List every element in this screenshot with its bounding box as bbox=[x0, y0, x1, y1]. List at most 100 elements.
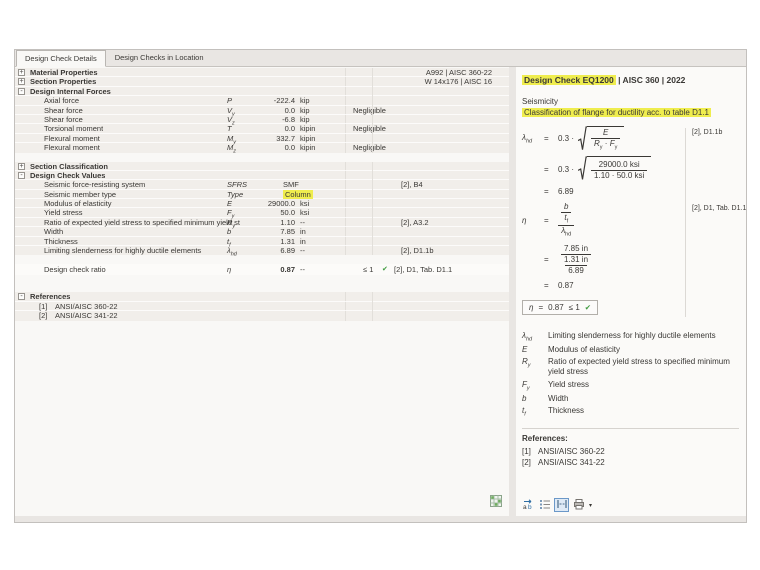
table-row[interactable]: + Material Properties A992 | AISC 360-22 bbox=[15, 68, 509, 77]
table-row[interactable]: + Section Classification bbox=[15, 162, 509, 171]
formula-toolbar: a b bbox=[520, 498, 592, 512]
table-row[interactable]: Seismic force-resisting system SFRS SMF … bbox=[15, 180, 509, 189]
row-label: Flexural moment bbox=[44, 143, 100, 153]
row-value: 0.0 bbox=[241, 124, 295, 134]
export-table-icon bbox=[490, 495, 502, 510]
table-row[interactable]: - Design Internal Forces bbox=[15, 87, 509, 96]
svg-text:a: a bbox=[523, 504, 527, 510]
export-table-button[interactable] bbox=[488, 496, 503, 510]
panel-divider[interactable] bbox=[509, 67, 516, 516]
row-label: Seismic member type bbox=[44, 190, 116, 200]
row-label: Section Properties bbox=[30, 77, 96, 87]
table-row[interactable]: - References bbox=[15, 292, 509, 301]
symbol-legend: λhd Limiting slenderness for highly duct… bbox=[522, 331, 741, 418]
row-symbol: E bbox=[227, 199, 232, 209]
detailed-report-icon bbox=[539, 498, 551, 513]
row-label: Design Internal Forces bbox=[30, 87, 111, 97]
row-comment: Negligible bbox=[353, 106, 386, 116]
row-constraint: ≤ 1 bbox=[363, 264, 373, 275]
radical: E Ry · Fy bbox=[578, 126, 624, 151]
table-row[interactable]: Modulus of elasticity E 29000.0 ksi bbox=[15, 199, 509, 208]
design-check-window: Design Check Details Design Checks in Lo… bbox=[14, 49, 747, 523]
table-row[interactable]: [1] ANSI/AISC 360-22 bbox=[15, 302, 509, 311]
table-row[interactable]: Limiting slenderness for highly ductile … bbox=[15, 246, 509, 255]
radical: 29000.0 ksi 1.10 · 50.0 ksi bbox=[578, 156, 651, 181]
legend-item: E Modulus of elasticity bbox=[522, 345, 741, 355]
print-menu-caret-icon[interactable]: ▾ bbox=[589, 502, 592, 509]
legend-item: Ry Ratio of expected yield stress to spe… bbox=[522, 357, 741, 377]
design-check-details-panel: + Material Properties A992 | AISC 360-22… bbox=[15, 67, 509, 516]
table-row[interactable]: Axial force P -222.4 kip bbox=[15, 96, 509, 105]
row-unit: in bbox=[300, 227, 306, 237]
expand-icon[interactable]: + bbox=[18, 78, 25, 85]
table-section-block: - References [1] ANSI/AISC 360-22 [2] AN… bbox=[15, 292, 509, 320]
table-section-block: + Material Properties A992 | AISC 360-22… bbox=[15, 68, 509, 153]
content-area: + Material Properties A992 | AISC 360-22… bbox=[15, 67, 746, 516]
page-layout-button[interactable] bbox=[554, 498, 569, 512]
tab-bar: Design Check Details Design Checks in Lo… bbox=[15, 50, 746, 67]
reference-item: [1] ANSI/AISC 360-22 bbox=[522, 447, 741, 456]
row-label: Ratio of expected yield stress to specif… bbox=[44, 218, 240, 228]
expand-icon[interactable]: + bbox=[18, 69, 25, 76]
equation-reference: [2], D1.1b bbox=[692, 129, 722, 136]
table-row[interactable]: Shear force Vz -6.8 kip bbox=[15, 115, 509, 124]
row-reference: [2], D1, Tab. D1.1 bbox=[394, 264, 452, 275]
divider-line bbox=[522, 428, 739, 429]
design-check-result-box: η = 0.87 ≤ 1 ✔ bbox=[522, 300, 598, 315]
row-symbol: SFRS bbox=[227, 180, 247, 190]
collapse-icon[interactable]: - bbox=[18, 172, 25, 179]
check-passed-icon: ✔ bbox=[585, 303, 591, 312]
row-value: -222.4 bbox=[241, 96, 295, 106]
table-row[interactable]: Flexural moment Mz 0.0 kipin Negligible bbox=[15, 143, 509, 152]
tab-design-check-details[interactable]: Design Check Details bbox=[16, 50, 106, 67]
table-row[interactable]: + Section Properties W 14x176 | AISC 16 bbox=[15, 77, 509, 86]
legend-item: b Width bbox=[522, 394, 741, 404]
row-value: -6.8 bbox=[241, 115, 295, 125]
table-row[interactable]: - Design Check Values bbox=[15, 171, 509, 180]
row-label: Limiting slenderness for highly ductile … bbox=[44, 246, 201, 256]
detailed-report-button[interactable] bbox=[537, 498, 552, 512]
row-label: Shear force bbox=[44, 115, 83, 125]
collapse-icon[interactable]: - bbox=[18, 293, 25, 300]
row-value: 0.0 bbox=[241, 106, 295, 116]
row-unit: ksi bbox=[300, 199, 309, 209]
table-row[interactable]: Yield stress Fy 50.0 ksi bbox=[15, 208, 509, 217]
collapse-icon[interactable]: - bbox=[18, 88, 25, 95]
row-label: Width bbox=[44, 227, 63, 237]
radical-sign-icon bbox=[578, 156, 587, 181]
row-label: References bbox=[30, 292, 70, 302]
reference-number: [2] bbox=[39, 311, 47, 321]
legend-item: λhd Limiting slenderness for highly duct… bbox=[522, 331, 741, 343]
expand-icon[interactable]: + bbox=[18, 163, 25, 170]
print-icon bbox=[573, 498, 585, 513]
table-row[interactable]: Thickness tf 1.31 in bbox=[15, 237, 509, 246]
row-unit: -- bbox=[300, 218, 305, 228]
row-value-highlighted: Column bbox=[283, 190, 313, 200]
formula-zone: [2], D1.1b λhd = 0.3 · E Ry · Fy bbox=[522, 126, 741, 321]
row-unit: kip bbox=[300, 115, 310, 125]
print-button[interactable] bbox=[571, 498, 586, 512]
equation-eta: [2], D1, Tab. D1.1 η = b tf bbox=[522, 202, 741, 291]
radical-sign-icon bbox=[578, 126, 587, 151]
row-symbol: Mz bbox=[227, 143, 236, 157]
row-unit: kipin bbox=[300, 124, 315, 134]
legend-item: Fy Yield stress bbox=[522, 380, 741, 392]
row-label: Flexural moment bbox=[44, 134, 100, 144]
design-check-table: + Material Properties A992 | AISC 360-22… bbox=[15, 67, 509, 321]
table-row[interactable]: Width b 7.85 in bbox=[15, 227, 509, 236]
equation-lambda-hd: [2], D1.1b λhd = 0.3 · E Ry · Fy bbox=[522, 126, 741, 197]
row-label: Shear force bbox=[44, 106, 83, 116]
table-row[interactable]: Flexural moment My 332.7 kipin bbox=[15, 134, 509, 143]
row-label: Material Properties bbox=[30, 68, 98, 78]
row-label: Design Check Values bbox=[30, 171, 105, 181]
row-comment: Negligible bbox=[353, 143, 386, 153]
table-row[interactable]: [2] ANSI/AISC 341-22 bbox=[15, 311, 509, 320]
substitute-values-button[interactable]: a b bbox=[520, 498, 535, 512]
tab-design-checks-in-location[interactable]: Design Checks in Location bbox=[106, 49, 213, 66]
table-row[interactable]: Shear force Vy 0.0 kip Negligible bbox=[15, 106, 509, 115]
design-check-ratio-row[interactable]: Design check ratio η 0.87 -- ≤ 1 ✔ [2], … bbox=[15, 264, 509, 275]
table-row[interactable]: Seismic member type Type Column bbox=[15, 190, 509, 199]
row-label: Yield stress bbox=[44, 208, 83, 218]
table-row[interactable]: Ratio of expected yield stress to specif… bbox=[15, 218, 509, 227]
table-row[interactable]: Torsional moment T 0.0 kipin Negligible bbox=[15, 124, 509, 133]
